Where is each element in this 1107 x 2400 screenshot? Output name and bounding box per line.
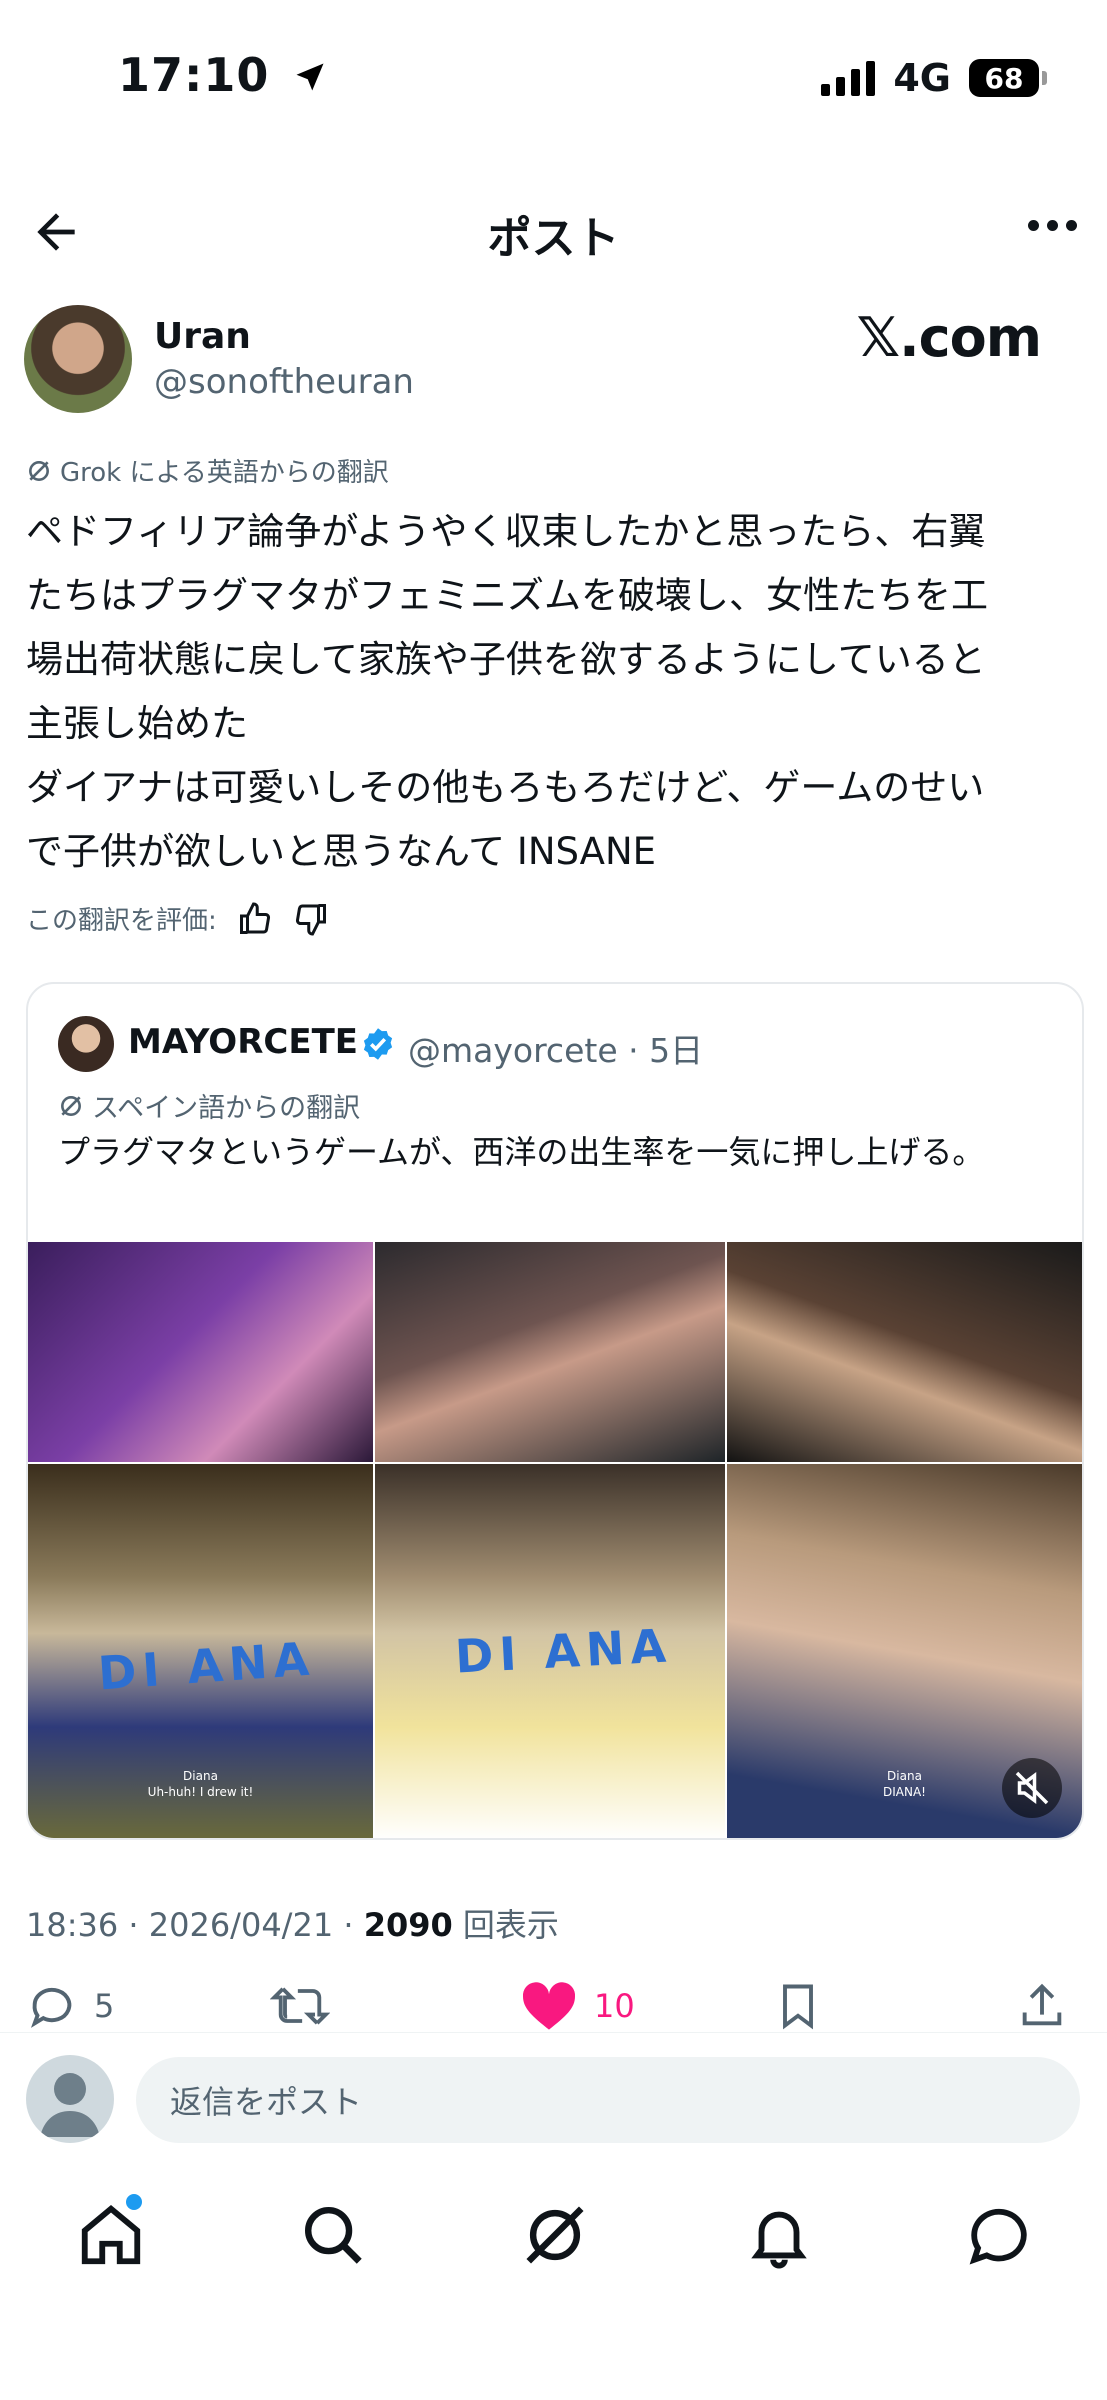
page-title: ポスト	[487, 213, 620, 264]
author-name[interactable]: Uran	[154, 316, 251, 357]
reply-input[interactable]: 返信をポスト	[136, 2057, 1080, 2143]
quote-author-name: MAYORCETE	[128, 1022, 358, 1062]
reply-button[interactable]: 5	[26, 1980, 114, 2032]
home-icon[interactable]	[76, 2200, 146, 2270]
quote-translation-text: スペイン語からの翻訳	[92, 1093, 361, 1124]
grok-tab-icon[interactable]	[520, 2200, 590, 2270]
author-handle[interactable]: @sonoftheuran	[154, 362, 414, 402]
heart-icon[interactable]	[520, 1980, 578, 2032]
status-time: 17:10	[118, 48, 328, 102]
quote-translation-label: スペイン語からの翻訳	[58, 1086, 360, 1125]
more-icon[interactable]	[1028, 220, 1077, 231]
battery-level: 68	[969, 59, 1039, 97]
tweet-text: ペドフィリア論争がようやく収束したかと思ったら、右翼 たちはプラグマタがフェミニ…	[26, 510, 988, 873]
tab-search[interactable]	[298, 2200, 368, 2270]
bookmark-icon[interactable]	[772, 1980, 824, 2032]
bell-icon[interactable]	[744, 2200, 814, 2270]
mute-icon[interactable]	[1002, 1758, 1062, 1818]
caption-left: Diana Uh-huh! I drew it!	[147, 1769, 254, 1799]
translation-label-text: Grok による英語からの翻訳	[60, 458, 389, 488]
verified-icon	[363, 1028, 393, 1060]
share-icon[interactable]	[1016, 1980, 1068, 2032]
retweet-button[interactable]	[270, 1980, 330, 2032]
like-count: 10	[594, 1987, 635, 2025]
tab-messages[interactable]	[964, 2200, 1034, 2270]
header: ポスト	[0, 180, 1107, 276]
mute-button[interactable]	[1002, 1758, 1062, 1818]
battery-icon: 68	[969, 59, 1047, 97]
rate-translation: この翻訳を評価:	[26, 900, 329, 937]
media-grid[interactable]: DI ANA Diana Uh-huh! I drew it! DI ANA D…	[28, 1242, 1082, 1838]
media-streamer-3	[727, 1242, 1082, 1462]
post-time-date: 18:36 · 2026/04/21 ·	[26, 1906, 364, 1944]
default-avatar-icon	[40, 2073, 100, 2137]
reply-count: 5	[94, 1987, 115, 2025]
user-avatar[interactable]	[26, 2055, 114, 2143]
location-arrow-icon	[296, 63, 324, 91]
quoted-post[interactable]: MAYORCETE @mayorcete · 5日 スペイン語からの翻訳 プラグ…	[26, 982, 1084, 1840]
share-button[interactable]	[1016, 1980, 1068, 2032]
post-meta: 18:36 · 2026/04/21 · 2090 回表示	[26, 1900, 559, 1946]
status-indicators: 4G 68	[821, 56, 1047, 100]
media-diana-2: DI ANA	[375, 1464, 725, 1838]
rate-label: この翻訳を評価:	[26, 906, 217, 936]
media-streamer-1	[28, 1242, 373, 1462]
notification-dot	[126, 2194, 142, 2210]
poster-text-left: DI ANA	[96, 1631, 317, 1701]
media-diana-1: DI ANA Diana Uh-huh! I drew it!	[28, 1464, 373, 1838]
grok-icon	[29, 460, 49, 481]
bookmark-button[interactable]	[772, 1980, 824, 2032]
retweet-icon[interactable]	[270, 1980, 330, 2032]
status-time-text: 17:10	[118, 48, 270, 102]
quote-avatar	[58, 1016, 114, 1072]
action-bar: 5 10	[0, 1980, 1107, 2040]
like-button[interactable]: 10	[520, 1980, 635, 2032]
reply-bar: 返信をポスト	[0, 2032, 1107, 2147]
network-label: 4G	[893, 56, 951, 100]
tab-notifications[interactable]	[744, 2200, 814, 2270]
bottom-tab-bar	[0, 2160, 1107, 2300]
view-count: 2090	[363, 1906, 453, 1944]
messages-icon[interactable]	[964, 2200, 1034, 2270]
search-icon[interactable]	[298, 2200, 368, 2270]
quote-text: プラグマタというゲームが、西洋の出生率を一気に押し上げる。	[58, 1133, 985, 1171]
media-diana-3: Diana DIANA!	[727, 1464, 1082, 1838]
author-avatar[interactable]	[24, 305, 132, 413]
views-label: 回表示	[452, 1906, 559, 1944]
thumb-down-icon[interactable]	[293, 901, 329, 937]
reply-icon[interactable]	[26, 1980, 78, 2032]
media-streamer-2	[375, 1242, 725, 1462]
xcom-watermark: 𝕏.com	[856, 306, 1042, 369]
translation-label[interactable]: Grok による英語からの翻訳	[26, 452, 389, 489]
tab-home[interactable]	[76, 2194, 146, 2270]
poster-text-center: DI ANA	[453, 1618, 674, 1684]
quote-handle-date: @mayorcete · 5日	[408, 1031, 704, 1070]
thumb-up-icon[interactable]	[237, 901, 273, 937]
reply-placeholder: 返信をポスト	[170, 2083, 363, 2121]
grok-icon	[61, 1095, 81, 1116]
signal-icon	[821, 60, 876, 96]
tab-grok[interactable]	[520, 2200, 590, 2270]
